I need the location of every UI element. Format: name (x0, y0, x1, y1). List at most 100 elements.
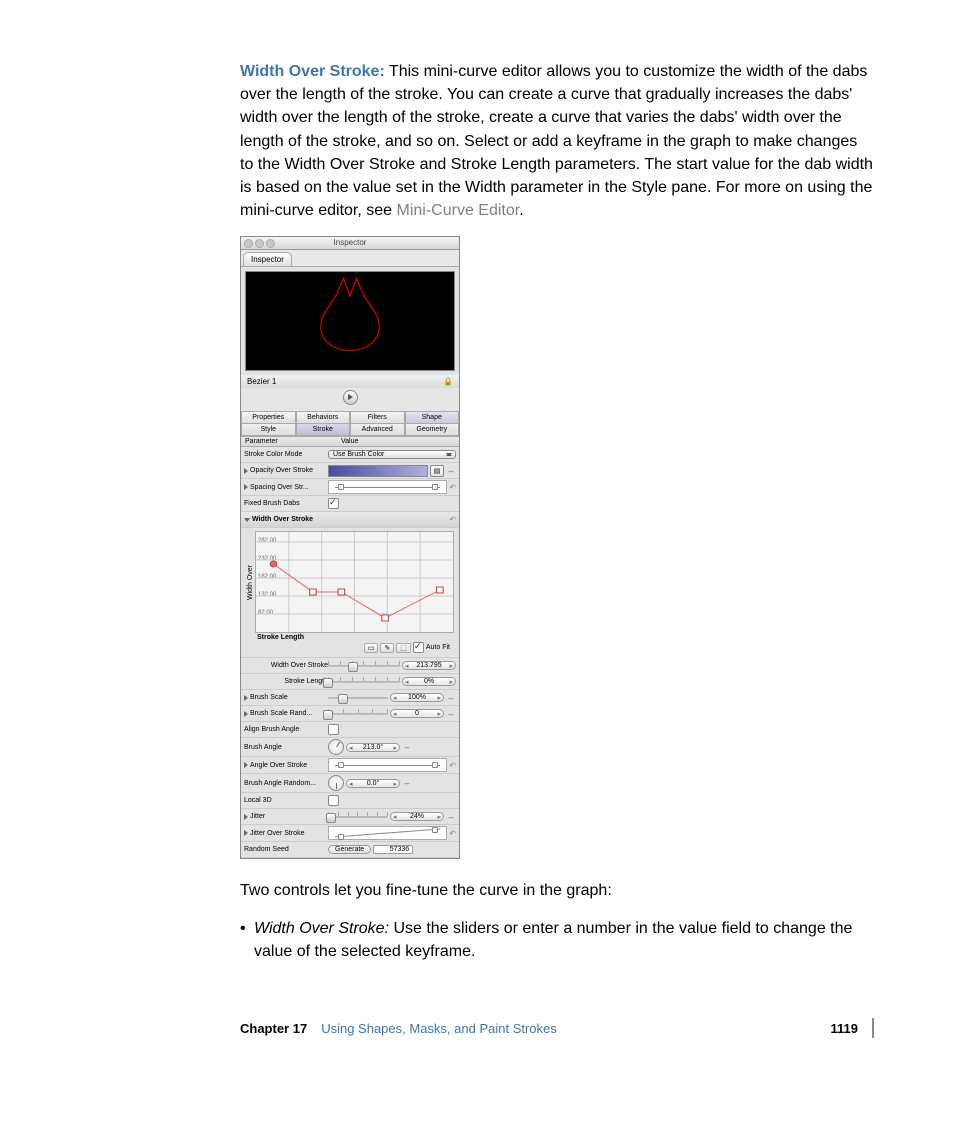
bullet-label: Width Over Stroke: (254, 920, 389, 937)
popup-stroke-color-mode[interactable]: Use Brush Color (328, 450, 456, 459)
disclosure-icon[interactable] (244, 695, 248, 701)
checkbox-autofit[interactable] (413, 642, 424, 653)
footer-title: Using Shapes, Masks, and Paint Strokes (321, 1021, 557, 1036)
spin-brush-scale-random[interactable]: 0 (390, 709, 444, 718)
paragraph-two-controls: Two controls let you fine-tune the curve… (240, 879, 874, 902)
keyframe-icon[interactable]: ↶ (449, 829, 456, 838)
tabs-main: Properties Behaviors Filters Shape (241, 411, 459, 424)
inspector-screenshot: Inspector Inspector Bezier 1 🔒 Propertie… (240, 236, 460, 859)
keyframe-icon[interactable]: ↶ (449, 483, 456, 492)
row-fixed-brush-dabs: Fixed Brush Dabs (241, 496, 459, 512)
row-brush-angle-random: Brush Angle Random... 0.0°– (241, 774, 459, 793)
graph-ylabel: Width Over (247, 565, 254, 600)
mini-curve-spacing[interactable] (328, 480, 447, 494)
row-brush-angle: Brush Angle 213.0°– (241, 738, 459, 757)
preview-pane (245, 271, 455, 371)
disclosure-icon[interactable] (244, 830, 248, 836)
disclosure-icon[interactable] (244, 468, 248, 474)
slider-jitter[interactable] (328, 812, 388, 822)
subtab-advanced[interactable]: Advanced (350, 424, 405, 436)
row-stroke-color-mode: Stroke Color Mode Use Brush Color (241, 447, 459, 463)
gradient-menu-icon[interactable]: ▤ (430, 465, 444, 477)
disclosure-icon[interactable] (244, 518, 250, 522)
mini-curve-angle[interactable] (328, 758, 447, 772)
checkbox-align[interactable] (328, 724, 339, 735)
spin-angle-random[interactable]: 0.0° (346, 779, 400, 788)
window-titlebar: Inspector (241, 237, 459, 250)
row-brush-scale: Brush Scale 100%– (241, 690, 459, 706)
row-jitter: Jitter 24%– (241, 809, 459, 825)
subtab-stroke[interactable]: Stroke (296, 424, 351, 436)
disclosure-icon[interactable] (244, 711, 248, 717)
page-footer: Chapter 17 Using Shapes, Masks, and Pain… (240, 1018, 874, 1038)
spin-stroke-length[interactable]: 0% (402, 677, 456, 686)
slider-wos[interactable] (328, 661, 400, 671)
traffic-lights[interactable] (244, 239, 275, 248)
row-align-brush-angle: Align Brush Angle (241, 722, 459, 738)
row-jitter-over-stroke: Jitter Over Stroke ↶ (241, 825, 459, 842)
para-tail: . (519, 202, 523, 219)
disclosure-icon[interactable] (244, 484, 248, 490)
row-spacing-over-stroke: Spacing Over Str... ↶ (241, 479, 459, 496)
disclosure-icon[interactable] (244, 814, 248, 820)
row-stroke-length: Stroke Length 0% (241, 674, 459, 690)
param-menu[interactable]: – (402, 778, 412, 788)
spin-wos[interactable]: 213.795 (402, 661, 456, 670)
param-menu[interactable]: – (446, 466, 456, 476)
param-label: Width Over Stroke: (240, 63, 385, 80)
dial-brush-angle[interactable] (328, 739, 344, 755)
slider-brush-scale-random[interactable] (328, 709, 388, 719)
keyframe-icon[interactable]: ↶ (449, 515, 456, 524)
para-text: This mini-curve editor allows you to cus… (240, 63, 873, 219)
play-button[interactable] (343, 390, 358, 405)
spin-brush-angle[interactable]: 213.0° (346, 743, 400, 752)
checkbox-local-3d[interactable] (328, 795, 339, 806)
bullet-item: • Width Over Stroke: Use the sliders or … (240, 917, 874, 963)
autofit-label: Auto Fit (426, 644, 450, 651)
dial-angle-random[interactable] (328, 775, 344, 791)
param-menu[interactable]: – (446, 812, 456, 822)
param-menu[interactable]: – (402, 742, 412, 752)
subtab-style[interactable]: Style (241, 424, 296, 436)
param-menu[interactable]: – (446, 709, 456, 719)
hdr-parameter: Parameter (241, 437, 337, 446)
paragraph-width-over-stroke: Width Over Stroke: This mini-curve edito… (240, 60, 874, 222)
spin-brush-scale[interactable]: 100% (390, 693, 444, 702)
footer-divider (872, 1018, 874, 1038)
tab-shape[interactable]: Shape (405, 411, 460, 424)
row-angle-over-stroke: Angle Over Stroke ↶ (241, 757, 459, 774)
window-title: Inspector (334, 238, 367, 247)
page-number: 1119 (831, 1021, 859, 1036)
graph-xlabel: Stroke Length (243, 633, 454, 641)
tab-behaviors[interactable]: Behaviors (296, 411, 351, 424)
hdr-value: Value (337, 437, 459, 446)
mini-curve-editor[interactable]: Width Over 282.00 232.00 182.00 132.00 8… (241, 528, 459, 658)
row-local-3d: Local 3D (241, 793, 459, 809)
field-seed[interactable]: 57336 (373, 845, 413, 854)
checkbox-fixed-dabs[interactable] (328, 498, 339, 509)
tab-filters[interactable]: Filters (350, 411, 405, 424)
link-mini-curve-editor[interactable]: Mini-Curve Editor (397, 202, 520, 219)
object-name: Bezier 1 (247, 377, 276, 386)
slider-stroke-length[interactable] (328, 677, 400, 687)
spin-jitter[interactable]: 24% (390, 812, 444, 821)
footer-chapter: Chapter 17 (240, 1021, 307, 1036)
mini-curve-jitter[interactable] (328, 826, 447, 840)
tab-inspector[interactable]: Inspector (243, 252, 292, 266)
slider-brush-scale[interactable] (328, 693, 388, 703)
keyframe-icon[interactable]: ↶ (449, 761, 456, 770)
tool-pen[interactable]: ✎ (380, 643, 394, 653)
tool-pointer[interactable]: ▭ (364, 643, 379, 653)
tab-properties[interactable]: Properties (241, 411, 296, 424)
column-header: Parameter Value (241, 436, 459, 447)
row-width-over-stroke-header: Width Over Stroke ↶ (241, 512, 459, 528)
subtab-geometry[interactable]: Geometry (405, 424, 460, 436)
param-menu[interactable]: – (446, 693, 456, 703)
row-random-seed: Random Seed Generate57336 (241, 842, 459, 858)
opacity-gradient[interactable] (328, 465, 428, 477)
row-opacity-over-stroke: Opacity Over Stroke ▤– (241, 463, 459, 479)
tool-zoom[interactable]: ⬚ (396, 643, 411, 653)
lock-icon[interactable]: 🔒 (443, 377, 453, 386)
disclosure-icon[interactable] (244, 762, 248, 768)
button-generate[interactable]: Generate (328, 845, 371, 854)
